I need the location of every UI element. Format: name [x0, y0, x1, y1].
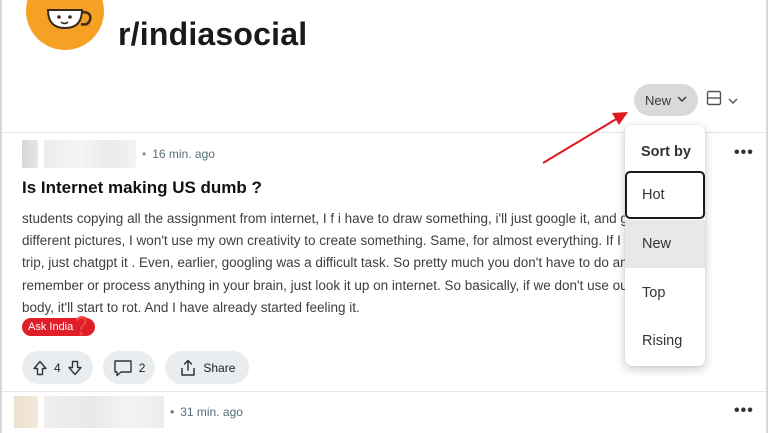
post-meta: • 16 min. ago: [22, 140, 215, 168]
author-avatar[interactable]: [14, 396, 38, 428]
post-actions: 4 2 Share: [22, 351, 250, 384]
share-button[interactable]: Share: [165, 351, 250, 384]
subreddit-title: r/indiasocial: [118, 16, 308, 52]
author-name[interactable]: [44, 396, 164, 428]
downvote-icon[interactable]: [67, 360, 83, 376]
comment-count: 2: [138, 360, 146, 375]
flair-label: Ask India: [28, 321, 74, 333]
post-flair[interactable]: Ask India ❓: [22, 316, 96, 336]
separator-dot: •: [142, 147, 147, 161]
vote-count: 4: [54, 360, 61, 375]
chevron-down-icon: [677, 95, 687, 106]
question-icon: ❓: [70, 316, 94, 336]
sort-option-new[interactable]: New: [625, 220, 705, 268]
comments-button[interactable]: 2: [102, 351, 156, 384]
chevron-down-icon: [728, 92, 738, 110]
more-options-button[interactable]: •••: [734, 144, 754, 162]
sort-menu-title: Sort by: [641, 144, 691, 160]
sort-option-hot[interactable]: Hot: [625, 171, 705, 219]
share-icon: [179, 359, 197, 377]
sort-current-label: New: [644, 92, 671, 108]
layout-card-icon: [706, 90, 722, 111]
comment-icon: [113, 359, 133, 377]
divider: [2, 391, 766, 392]
sort-option-top[interactable]: Top: [625, 269, 705, 317]
subreddit-avatar[interactable]: [26, 0, 104, 50]
author-avatar[interactable]: [22, 140, 38, 168]
post-time: 16 min. ago: [152, 147, 215, 161]
sort-option-rising[interactable]: Rising: [625, 317, 705, 365]
separator-dot: •: [170, 405, 175, 419]
next-post-time: 31 min. ago: [180, 405, 243, 419]
upvote-icon[interactable]: [32, 360, 48, 376]
sort-dropdown-button[interactable]: New: [634, 84, 698, 116]
post-title[interactable]: Is Internet making US dumb ?: [22, 178, 262, 198]
next-post-meta: • 31 min. ago: [14, 396, 243, 428]
author-name[interactable]: [44, 140, 136, 168]
more-options-button[interactable]: •••: [734, 402, 754, 420]
tea-cup-face-icon: [46, 9, 92, 30]
sort-menu: Sort by Hot New Top Rising: [625, 125, 705, 366]
share-label: Share: [203, 360, 236, 375]
vote-control: 4: [22, 351, 93, 384]
view-toggle-button[interactable]: [706, 90, 738, 111]
